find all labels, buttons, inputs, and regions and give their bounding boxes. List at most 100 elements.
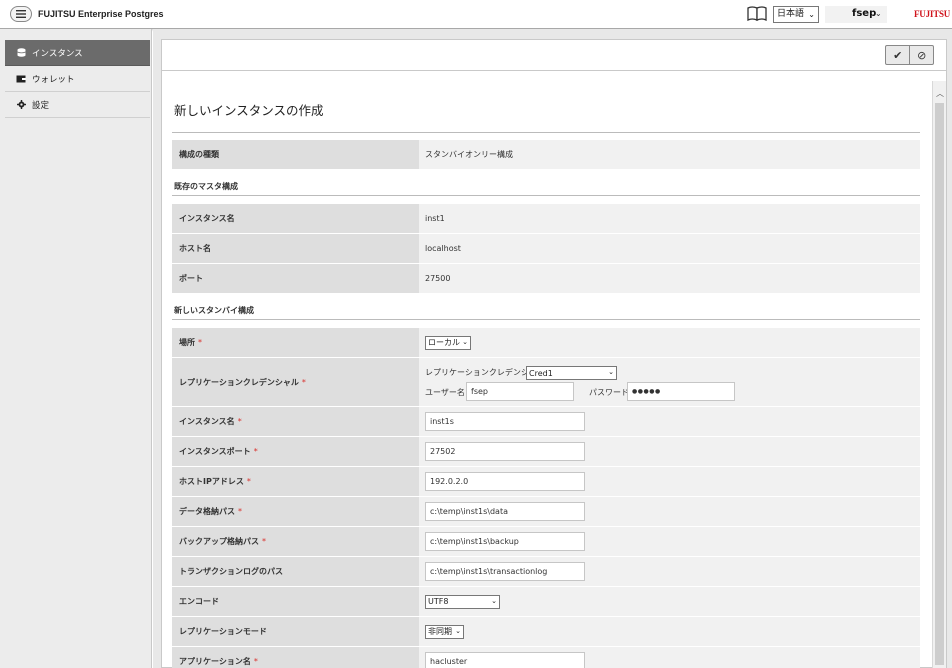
txlog-path-label: トランザクションログのパス <box>172 557 419 586</box>
credential-row: レプリケーションクレデンシャル * レプリケーションクレデンシャル Cred1 ⌄… <box>172 358 920 406</box>
existing-host-row: ホスト名 localhost <box>172 234 920 263</box>
data-path-input[interactable]: c:\temp\inst1s\data <box>425 502 585 521</box>
encoding-select[interactable]: UTF8 ⌄ <box>425 594 500 609</box>
existing-host-label: ホスト名 <box>172 234 419 263</box>
confirm-button[interactable]: ✔ <box>886 46 909 64</box>
instance-name-value: inst1s <box>430 417 454 426</box>
scroll-up-icon[interactable]: ︿ <box>933 87 947 99</box>
password-input[interactable]: ●●●●● <box>627 382 735 401</box>
instance-port-value-cell: 27502 <box>419 437 920 466</box>
username-input[interactable]: fsep <box>466 382 574 401</box>
data-path-label: データ格納パス <box>179 507 235 516</box>
app-name-value: hacluster <box>430 657 468 666</box>
credential-label: レプリケーションクレデンシャル <box>179 377 299 387</box>
location-label-cell: 場所 * <box>172 328 419 357</box>
existing-port-value: 27500 <box>419 264 920 293</box>
toolbar: ✔ ⊘ <box>162 40 946 71</box>
password-label: パスワード <box>589 388 629 397</box>
sidebar-item-wallet[interactable]: ウォレット <box>5 66 150 92</box>
new-standby-section-title: 新しいスタンバイ構成 <box>174 306 254 315</box>
encoding-value-cell: UTF8 ⌄ <box>419 587 920 616</box>
host-ip-label-cell: ホストIPアドレス * <box>172 467 419 496</box>
checkmark-icon: ✔ <box>893 48 903 62</box>
encoding-row: エンコード UTF8 ⌄ <box>172 587 920 616</box>
user-menu[interactable]: fsep <box>852 8 876 19</box>
txlog-path-row: トランザクションログのパス c:\temp\inst1s\transaction… <box>172 557 920 586</box>
language-select[interactable]: 日本語 ⌄ <box>773 6 819 23</box>
instance-port-input[interactable]: 27502 <box>425 442 585 461</box>
location-row: 場所 * ローカル ⌄ <box>172 328 920 357</box>
user-chevron-down-icon[interactable]: ⌄ <box>875 9 882 18</box>
divider <box>172 132 920 133</box>
location-select[interactable]: ローカル ⌄ <box>425 335 471 350</box>
vertical-scrollbar[interactable]: ︿ <box>932 81 946 668</box>
credential-selected: Cred1 <box>529 368 553 378</box>
chevron-down-icon: ⌄ <box>455 626 461 635</box>
host-ip-value: 192.0.2.0 <box>430 477 469 486</box>
host-ip-row: ホストIPアドレス * 192.0.2.0 <box>172 467 920 496</box>
replication-mode-value-cell: 非同期 ⌄ <box>419 617 920 646</box>
chevron-down-icon: ⌄ <box>491 596 497 605</box>
sidebar-item-label: ウォレット <box>32 74 75 85</box>
cancel-button[interactable]: ⊘ <box>909 46 933 64</box>
required-mark: * <box>238 507 242 516</box>
sidebar-item-settings[interactable]: 設定 <box>5 92 150 118</box>
gear-icon <box>16 100 26 110</box>
sidebar-item-label: インスタンス <box>32 48 83 59</box>
location-label: 場所 <box>179 338 195 347</box>
instance-port-label-cell: インスタンスポート * <box>172 437 419 466</box>
replication-mode-select[interactable]: 非同期 ⌄ <box>425 624 464 639</box>
cancel-icon: ⊘ <box>917 48 927 62</box>
config-type-row: 構成の種類 スタンバイオンリー構成 <box>172 140 920 169</box>
username-label: ユーザー名 <box>425 388 465 397</box>
encoding-selected: UTF8 <box>428 597 449 606</box>
existing-host-value: localhost <box>419 234 920 263</box>
data-path-row: データ格納パス * c:\temp\inst1s\data <box>172 497 920 526</box>
instance-name-input[interactable]: inst1s <box>425 412 585 431</box>
menu-button[interactable] <box>10 6 32 22</box>
content-panel: ✔ ⊘ 新しいインスタンスの作成 構成の種類 スタンバイオンリー構成 既存のマス… <box>161 39 947 668</box>
replication-mode-selected: 非同期 <box>428 627 452 636</box>
action-button-group: ✔ ⊘ <box>885 45 934 65</box>
chevron-down-icon: ⌄ <box>608 368 614 376</box>
replication-mode-label: レプリケーションモード <box>172 617 419 646</box>
app-name-row: アプリケーション名 * hacluster <box>172 647 920 668</box>
sidebar-item-instances[interactable]: インスタンス <box>5 40 150 66</box>
host-ip-input[interactable]: 192.0.2.0 <box>425 472 585 491</box>
existing-instance-label: インスタンス名 <box>172 204 419 233</box>
existing-instance-value: inst1 <box>419 204 920 233</box>
required-mark: * <box>262 537 266 546</box>
chevron-down-icon: ⌄ <box>462 337 468 346</box>
required-mark: * <box>253 447 258 456</box>
host-ip-label: ホストIPアドレス <box>179 477 244 486</box>
location-selected: ローカル <box>428 338 460 347</box>
language-value: 日本語 <box>777 9 805 19</box>
database-icon <box>16 48 26 58</box>
sidebar: インスタンス ウォレット 設定 <box>0 29 152 668</box>
txlog-path-input[interactable]: c:\temp\inst1s\transactionlog <box>425 562 585 581</box>
backup-path-value-cell: c:\temp\inst1s\backup <box>419 527 920 556</box>
app-name-value-cell: hacluster <box>419 647 920 668</box>
scroll-thumb[interactable] <box>935 103 944 665</box>
instance-name-label: インスタンス名 <box>179 417 235 426</box>
replication-mode-row: レプリケーションモード 非同期 ⌄ <box>172 617 920 646</box>
wallet-icon <box>16 74 26 84</box>
instance-port-value: 27502 <box>430 447 456 456</box>
backup-path-input[interactable]: c:\temp\inst1s\backup <box>425 532 585 551</box>
page-title: 新しいインスタンスの作成 <box>174 103 324 118</box>
instance-name-label-cell: インスタンス名 * <box>172 407 419 436</box>
existing-master-section-title: 既存のマスタ構成 <box>174 182 238 191</box>
txlog-path-value-cell: c:\temp\inst1s\transactionlog <box>419 557 920 586</box>
fujitsu-logo: FUJITSU <box>914 9 951 19</box>
manual-book-icon[interactable] <box>747 6 767 21</box>
required-mark: * <box>198 338 202 347</box>
app-name-label: アプリケーション名 <box>179 657 251 666</box>
app-title: FUJITSU Enterprise Postgres <box>38 9 164 19</box>
app-name-input[interactable]: hacluster <box>425 652 585 668</box>
host-ip-value-cell: 192.0.2.0 <box>419 467 920 496</box>
config-type-value: スタンバイオンリー構成 <box>419 140 920 169</box>
app-header: FUJITSU Enterprise Postgres 日本語 ⌄ fsep ⌄… <box>0 0 952 29</box>
credential-select[interactable]: Cred1 ⌄ <box>526 366 617 380</box>
instance-name-row: インスタンス名 * inst1s <box>172 407 920 436</box>
username-value: fsep <box>471 387 488 396</box>
